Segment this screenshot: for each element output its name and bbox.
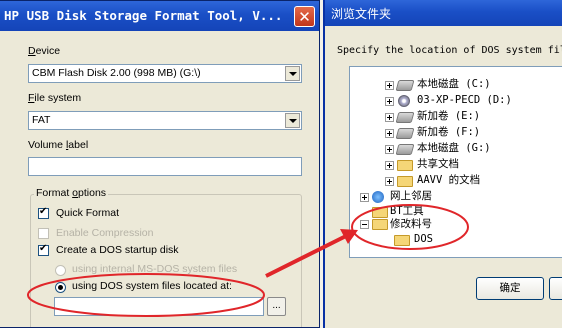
filesystem-select[interactable]: FAT — [28, 111, 302, 130]
dos-path-input[interactable] — [54, 297, 264, 316]
folder-icon — [397, 160, 413, 171]
format-tool-title: HP USB Disk Storage Format Tool, V... — [4, 8, 283, 23]
tree-item-dos[interactable]: DOS — [414, 233, 433, 246]
chevron-down-icon[interactable] — [285, 66, 300, 81]
expand-icon[interactable] — [385, 145, 394, 154]
expand-icon[interactable] — [385, 81, 394, 90]
drive-icon — [395, 144, 415, 155]
collapse-icon[interactable] — [360, 220, 369, 229]
tree-item-shared[interactable]: 共享文档 — [417, 158, 459, 171]
folder-tree[interactable]: 本地磁盘 (C:) 03-XP-PECD (D:) 新加卷 (E:) 新加卷 (… — [349, 66, 562, 258]
browse-folder-dialog: 浏览文件夹 Specify the location of DOS system… — [323, 0, 562, 328]
drive-icon — [395, 80, 415, 91]
expand-icon[interactable] — [360, 193, 369, 202]
cdrom-icon — [398, 95, 410, 107]
internal-files-radio[interactable] — [55, 265, 66, 276]
folder-icon — [394, 235, 410, 246]
tree-item-c[interactable]: 本地磁盘 (C:) — [417, 78, 491, 91]
quick-format-checkbox[interactable] — [38, 206, 49, 219]
format-tool-close-button[interactable]: ✕ — [294, 6, 315, 27]
enable-compression-checkbox[interactable] — [38, 228, 49, 239]
device-select[interactable]: CBM Flash Disk 2.00 (998 MB) (G:\) — [28, 64, 302, 83]
expand-icon[interactable] — [385, 161, 394, 170]
chevron-down-icon[interactable] — [285, 113, 300, 128]
folder-open-icon — [372, 219, 388, 230]
format-options-title: Format options — [34, 187, 109, 199]
folder-icon — [372, 207, 388, 218]
filesystem-value: FAT — [32, 114, 51, 126]
ok-button[interactable]: 确定 — [476, 277, 544, 300]
tree-item-network[interactable]: 网上邻居 — [390, 190, 432, 203]
browse-folder-title: 浏览文件夹 — [331, 7, 392, 21]
expand-icon[interactable] — [385, 97, 394, 106]
expand-icon[interactable] — [385, 177, 394, 186]
dos-files-label: using DOS system files located at: — [72, 280, 232, 292]
create-dos-checkbox[interactable] — [38, 243, 49, 256]
filesystem-label: File system — [28, 92, 82, 104]
drive-icon — [395, 128, 415, 139]
device-value: CBM Flash Disk 2.00 (998 MB) (G:\) — [32, 67, 201, 79]
browse-folder-titlebar[interactable]: 浏览文件夹 — [325, 0, 562, 26]
format-tool-titlebar[interactable]: HP USB Disk Storage Format Tool, V... ✕ — [0, 1, 319, 31]
close-icon: ✕ — [298, 8, 311, 26]
tree-item-bt[interactable]: BT工具 — [390, 205, 424, 218]
dos-files-radio[interactable] — [55, 282, 66, 293]
expand-icon[interactable] — [385, 113, 394, 122]
create-dos-label: Create a DOS startup disk — [56, 244, 179, 256]
drive-icon — [395, 112, 415, 123]
tree-item-modify[interactable]: 修改料号 — [390, 218, 432, 231]
format-tool-dialog: HP USB Disk Storage Format Tool, V... ✕ … — [0, 0, 320, 328]
tree-item-f[interactable]: 新加卷 (F:) — [417, 126, 480, 139]
browse-button[interactable]: ... — [267, 297, 286, 316]
tree-item-e[interactable]: 新加卷 (E:) — [417, 110, 480, 123]
tree-item-d[interactable]: 03-XP-PECD (D:) — [417, 94, 512, 107]
network-icon — [372, 191, 384, 203]
browse-prompt: Specify the location of DOS system files — [337, 45, 562, 56]
folder-icon — [397, 176, 413, 187]
tree-item-g[interactable]: 本地磁盘 (G:) — [417, 142, 491, 155]
enable-compression-label: Enable Compression — [56, 227, 154, 239]
device-label: Device — [28, 45, 61, 57]
expand-icon[interactable] — [385, 129, 394, 138]
internal-files-label: using internal MS-DOS system files — [72, 263, 238, 275]
tree-item-aavv[interactable]: AAVV 的文档 — [417, 174, 480, 187]
volume-label-label: Volume label — [28, 139, 89, 151]
cancel-button[interactable] — [549, 277, 562, 300]
quick-format-label: Quick Format — [56, 207, 120, 219]
volume-label-input[interactable] — [28, 157, 302, 176]
